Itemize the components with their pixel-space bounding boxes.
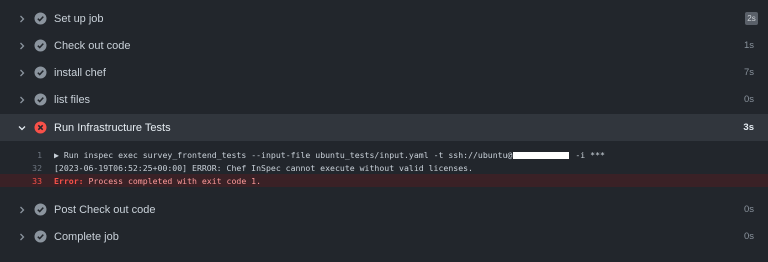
error-message: Process completed with exit code 1. xyxy=(83,175,262,186)
log-text: [2023-06-19T06:52:25+00:00] ERROR: Chef … xyxy=(54,162,473,173)
chevron-right-icon[interactable] xyxy=(15,66,29,80)
success-check-icon xyxy=(34,66,47,79)
log-text: ▶ Run inspec exec survey_frontend_tests … xyxy=(54,150,605,160)
failure-x-icon xyxy=(34,121,47,134)
step-name: Run Infrastructure Tests xyxy=(54,121,171,134)
step-name: install chef xyxy=(54,66,106,79)
line-number: 33 xyxy=(32,175,42,186)
step-duration: 0s xyxy=(743,204,754,215)
step-duration: 7s xyxy=(743,67,754,78)
step-name: Set up job xyxy=(54,12,104,25)
success-check-icon xyxy=(34,39,47,52)
chevron-down-icon[interactable] xyxy=(15,121,29,135)
success-check-icon xyxy=(34,203,47,216)
step-run-infrastructure-tests[interactable]: Run Infrastructure Tests 3s xyxy=(0,114,768,141)
log-text: Error: Process completed with exit code … xyxy=(54,176,261,186)
chevron-right-icon[interactable] xyxy=(15,39,29,53)
chevron-right-icon[interactable] xyxy=(15,203,29,217)
log-line-error: 33 Error: Process completed with exit co… xyxy=(0,174,768,187)
step-complete-job[interactable]: Complete job 0s xyxy=(0,223,768,250)
step-post-check-out-code[interactable]: Post Check out code 0s xyxy=(0,196,768,223)
step-duration: 1s xyxy=(743,40,754,51)
step-list-files[interactable]: list files 0s xyxy=(0,86,768,113)
line-number: 32 xyxy=(32,162,42,173)
log-command-suffix: -i *** xyxy=(570,149,605,160)
step-duration-box: 2s xyxy=(745,12,758,25)
step-duration: 0s xyxy=(743,231,754,242)
log-line: 1 ▶ Run inspec exec survey_frontend_test… xyxy=(0,148,768,161)
log-command: Run inspec exec survey_frontend_tests --… xyxy=(63,149,513,160)
chevron-right-icon[interactable] xyxy=(15,230,29,244)
step-duration: 3s xyxy=(743,122,754,133)
step-name: list files xyxy=(54,93,91,106)
error-label: Error: xyxy=(54,175,84,186)
redacted-host xyxy=(513,151,570,159)
step-duration: 2s xyxy=(747,14,756,23)
chevron-right-icon[interactable] xyxy=(15,93,29,107)
expand-group-arrow-icon[interactable]: ▶ xyxy=(54,150,59,160)
success-check-icon xyxy=(34,12,47,25)
step-name: Post Check out code xyxy=(54,203,156,216)
step-check-out-code[interactable]: Check out code 1s xyxy=(0,32,768,59)
success-check-icon xyxy=(34,93,47,106)
log-line: 32 [2023-06-19T06:52:25+00:00] ERROR: Ch… xyxy=(0,161,768,174)
step-install-chef[interactable]: install chef 7s xyxy=(0,59,768,86)
step-set-up-job[interactable]: Set up job 2s xyxy=(0,5,768,32)
line-number: 1 xyxy=(37,149,42,160)
step-name: Complete job xyxy=(54,230,119,243)
chevron-right-icon[interactable] xyxy=(15,12,29,26)
success-check-icon xyxy=(34,230,47,243)
step-name: Check out code xyxy=(54,39,131,52)
step-duration: 0s xyxy=(743,94,754,105)
